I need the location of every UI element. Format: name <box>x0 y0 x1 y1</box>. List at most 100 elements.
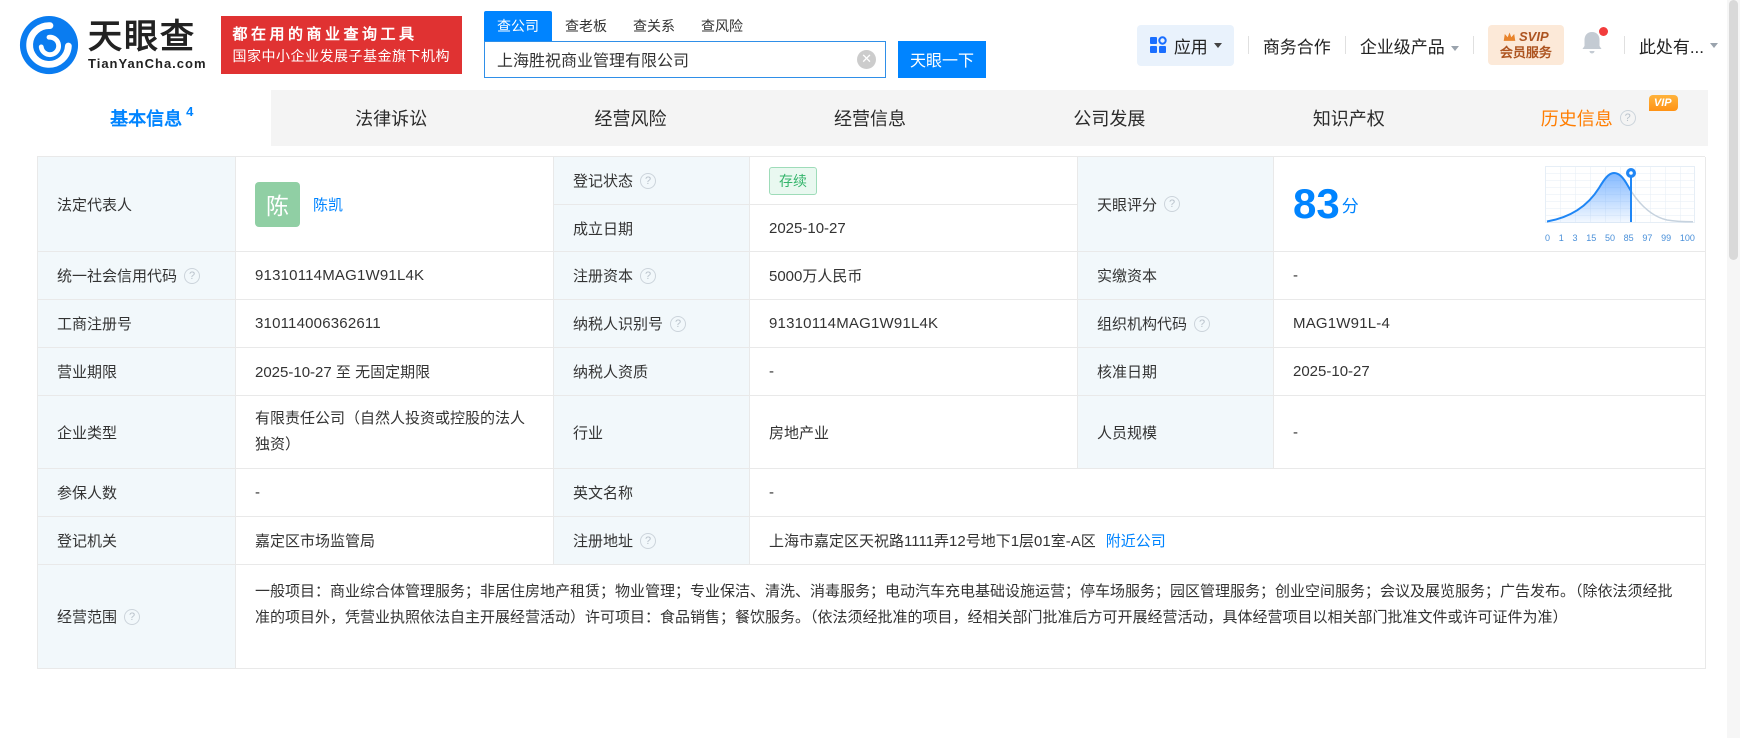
field-value-industry: 房地产业 <box>750 396 1078 469</box>
svip-label: SVIP <box>1519 29 1549 45</box>
tab-basic-info[interactable]: 基本信息 4 <box>32 90 271 146</box>
field-label-insured-count: 参保人数 <box>38 469 236 517</box>
tianyancha-logo-icon <box>18 14 80 76</box>
divider <box>1345 36 1346 54</box>
field-label-reg-authority: 登记机关 <box>38 517 236 565</box>
score-number: 83分 <box>1293 183 1359 225</box>
field-label-tianyan-score: 天眼评分 <box>1078 157 1274 252</box>
field-label-org-code: 组织机构代码 <box>1078 300 1274 348</box>
tab-history-info[interactable]: VIP 历史信息 <box>1469 90 1708 146</box>
field-value-reg-status: 存续 <box>750 157 1078 205</box>
search-area: 查公司 查老板 查关系 查风险 ✕ 天眼一下 <box>484 13 986 78</box>
apps-menu[interactable]: 应用 <box>1137 25 1234 66</box>
tab-intellectual-property[interactable]: 知识产权 <box>1229 90 1468 146</box>
search-tab-company[interactable]: 查公司 <box>484 11 552 41</box>
field-value-taxpayer-id: 91310114MAG1W91L4K <box>750 300 1078 348</box>
tianyancha-logo[interactable]: 天眼查 TianYanCha.com <box>18 14 207 76</box>
search-button[interactable]: 天眼一下 <box>898 41 986 78</box>
tab-legal-proceedings[interactable]: 法律诉讼 <box>271 90 510 146</box>
field-label-approval-date: 核准日期 <box>1078 348 1274 396</box>
field-label-business-scope: 经营范围 <box>38 565 236 669</box>
scrollbar-thumb[interactable] <box>1729 0 1738 260</box>
tab-company-development[interactable]: 公司发展 <box>990 90 1229 146</box>
help-icon[interactable] <box>640 173 656 189</box>
help-icon[interactable] <box>1194 316 1210 332</box>
field-value-establish-date: 2025-10-27 <box>750 205 1078 252</box>
tab-operating-risk[interactable]: 经营风险 <box>511 90 750 146</box>
search-input[interactable] <box>484 41 886 78</box>
search-tab-relation[interactable]: 查关系 <box>620 11 688 41</box>
field-value-reg-capital: 5000万人民币 <box>750 252 1078 300</box>
legal-rep-avatar[interactable]: 陈 <box>255 182 300 227</box>
help-icon[interactable] <box>1620 110 1636 126</box>
help-icon[interactable] <box>640 533 656 549</box>
crown-icon <box>1503 31 1516 42</box>
apps-label: 应用 <box>1174 33 1208 58</box>
divider <box>1473 36 1474 54</box>
field-label-taxpayer-id: 纳税人识别号 <box>554 300 750 348</box>
field-label-reg-address: 注册地址 <box>554 517 750 565</box>
user-name: 此处有... <box>1639 33 1704 58</box>
field-label-industry: 行业 <box>554 396 750 469</box>
legal-rep-name-link[interactable]: 陈凯 <box>313 194 343 215</box>
slogan-badge: 都在用的商业查询工具 国家中小企业发展子基金旗下机构 <box>221 16 463 75</box>
field-label-credit-code: 统一社会信用代码 <box>38 252 236 300</box>
search-tab-boss[interactable]: 查老板 <box>552 11 620 41</box>
field-label-staff-size: 人员规模 <box>1078 396 1274 469</box>
apps-grid-icon <box>1149 36 1167 54</box>
field-value-business-scope: 一般项目：商业综合体管理服务；非居住房地产租赁；物业管理；专业保洁、清洗、消毒服… <box>236 565 1706 669</box>
help-icon[interactable] <box>670 316 686 332</box>
clear-search-icon[interactable]: ✕ <box>857 50 876 69</box>
nav-business-coop[interactable]: 商务合作 <box>1263 33 1331 58</box>
field-value-reg-address: 上海市嘉定区天祝路1111弄12号地下1层01室-A区 附近公司 <box>750 517 1706 565</box>
field-value-insured-count: - <box>236 469 554 517</box>
field-value-org-code: MAG1W91L-4 <box>1274 300 1706 348</box>
nearby-companies-link[interactable]: 附近公司 <box>1106 530 1166 551</box>
field-label-reg-number: 工商注册号 <box>38 300 236 348</box>
field-value-reg-authority: 嘉定区市场监管局 <box>236 517 554 565</box>
basic-info-count: 4 <box>186 104 193 119</box>
field-value-credit-code: 91310114MAG1W91L4K <box>236 252 554 300</box>
tab-operating-info[interactable]: 经营信息 <box>750 90 989 146</box>
field-label-legal-rep: 法定代表人 <box>38 157 236 252</box>
logo-text-cn: 天眼查 <box>88 20 207 54</box>
notification-bell[interactable] <box>1580 30 1604 61</box>
nav-enterprise-products[interactable]: 企业级产品 <box>1360 33 1459 58</box>
slogan-line2: 国家中小企业发展子基金旗下机构 <box>233 46 451 68</box>
header-right-nav: 应用 商务合作 企业级产品 SVIP 会员服务 此处有... <box>1137 25 1718 66</box>
basic-info-table: 法定代表人 陈 陈凯 登记状态 存续 成立日期 2025-10-27 天眼评分 … <box>37 156 1705 669</box>
search-tab-risk[interactable]: 查风险 <box>688 11 756 41</box>
field-label-company-type: 企业类型 <box>38 396 236 469</box>
field-value-company-type: 有限责任公司（自然人投资或控股的法人独资） <box>236 396 554 469</box>
status-badge: 存续 <box>769 167 817 195</box>
svip-member-button[interactable]: SVIP 会员服务 <box>1488 25 1564 66</box>
field-label-taxpayer-quality: 纳税人资质 <box>554 348 750 396</box>
help-icon[interactable] <box>1164 196 1180 212</box>
field-value-business-term: 2025-10-27 至 无固定期限 <box>236 348 554 396</box>
help-icon[interactable] <box>184 268 200 284</box>
section-tabs: 基本信息 4 法律诉讼 经营风险 经营信息 公司发展 知识产权 VIP 历史信息 <box>32 90 1708 146</box>
score-distribution-chart: 0131550859799100 <box>1545 166 1695 243</box>
chevron-down-icon <box>1710 43 1718 48</box>
score-chart-axis: 0131550859799100 <box>1545 233 1695 243</box>
field-label-establish-date: 成立日期 <box>554 205 750 252</box>
help-icon[interactable] <box>124 609 140 625</box>
field-value-taxpayer-quality: - <box>750 348 1078 396</box>
field-value-approval-date: 2025-10-27 <box>1274 348 1706 396</box>
slogan-line1: 都在用的商业查询工具 <box>233 23 451 46</box>
logo-text-en: TianYanCha.com <box>88 56 207 71</box>
chevron-down-icon <box>1451 46 1459 51</box>
field-value-legal-rep: 陈 陈凯 <box>236 157 554 252</box>
notification-dot <box>1599 27 1608 36</box>
vip-badge: VIP <box>1649 95 1678 111</box>
field-label-business-term: 营业期限 <box>38 348 236 396</box>
vertical-scrollbar[interactable] <box>1727 0 1740 738</box>
field-value-tianyan-score[interactable]: 83分 <box>1274 157 1706 252</box>
field-value-reg-number: 310114006362611 <box>236 300 554 348</box>
user-account-menu[interactable]: 此处有... <box>1639 33 1718 58</box>
divider <box>1624 36 1625 54</box>
field-label-reg-status: 登记状态 <box>554 157 750 205</box>
svip-service-label: 会员服务 <box>1500 45 1552 61</box>
help-icon[interactable] <box>640 268 656 284</box>
field-label-english-name: 英文名称 <box>554 469 750 517</box>
